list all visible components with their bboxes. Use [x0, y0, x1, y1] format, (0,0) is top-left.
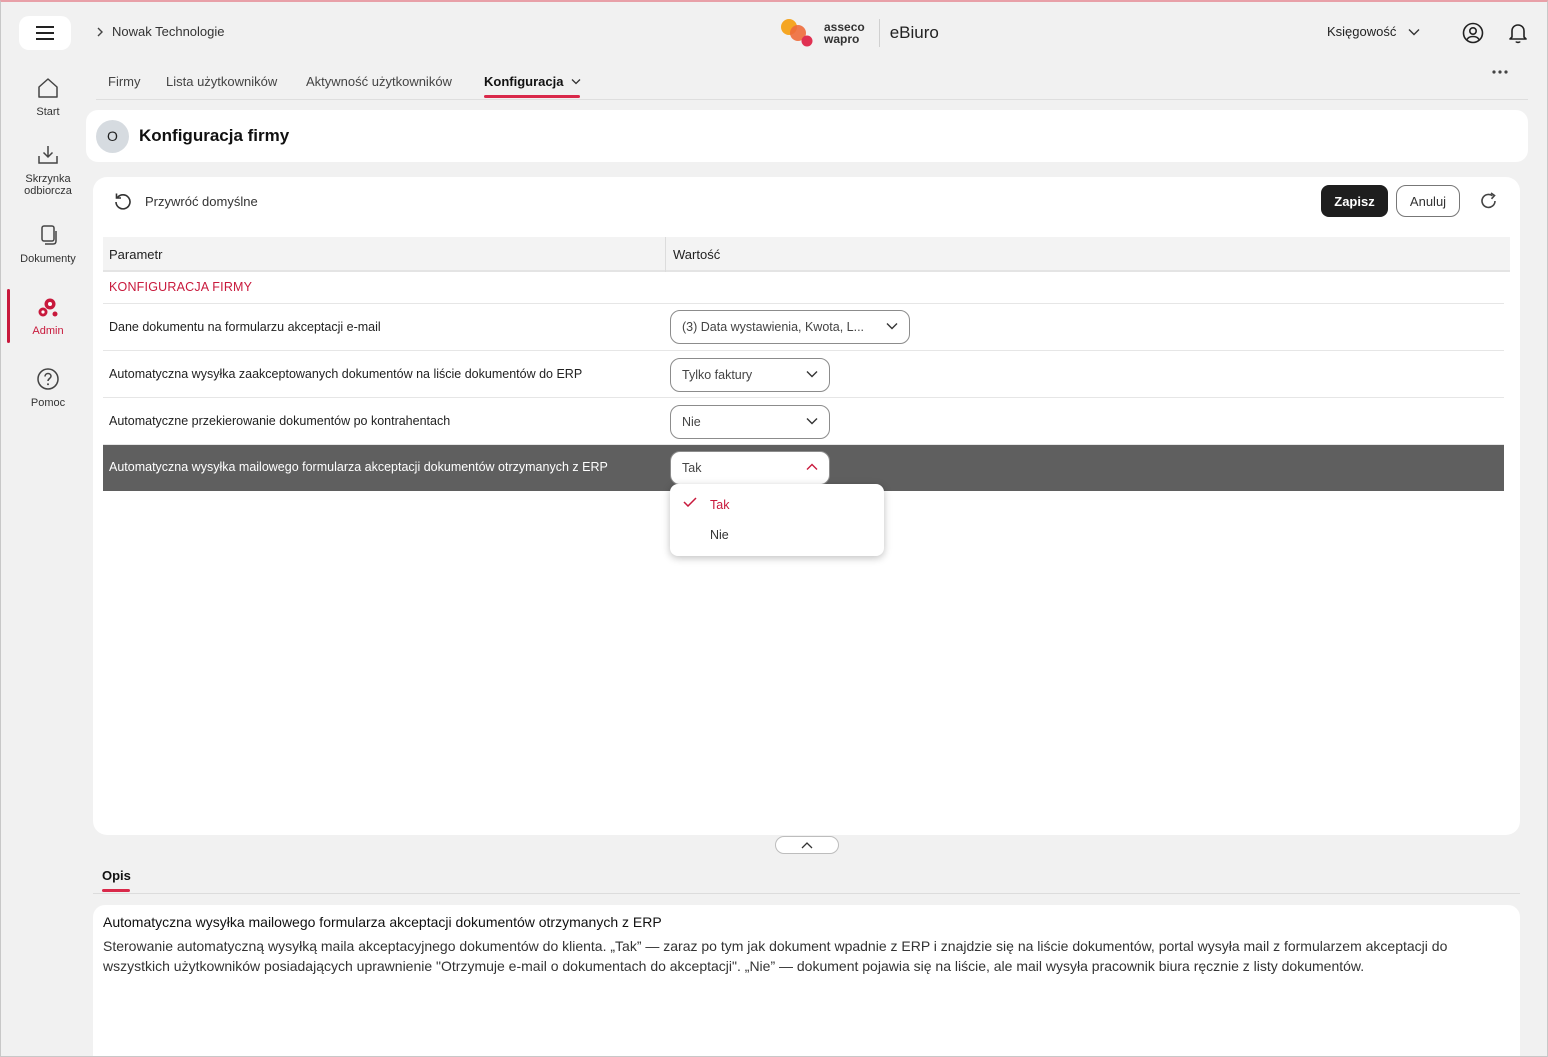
parameter-name: Automatyczna wysyłka mailowego formularz… [109, 460, 608, 474]
asseco-logo-icon [781, 19, 813, 47]
sidebar-item-start[interactable]: Start [0, 76, 96, 118]
refresh-button[interactable] [1479, 191, 1499, 211]
restore-defaults-button[interactable]: Przywróć domyślne [113, 191, 258, 211]
parameter-name: Automatyczne przekierowanie dokumentów p… [109, 414, 451, 428]
active-tab-indicator [102, 889, 130, 892]
sidebar-item-admin[interactable]: Admin [0, 289, 96, 343]
chevron-up-icon [806, 463, 818, 470]
more-options-button[interactable] [1492, 70, 1508, 74]
select-value: Nie [682, 415, 701, 429]
help-icon [37, 368, 59, 390]
save-button[interactable]: Zapisz [1321, 185, 1388, 217]
select-value: Tylko faktury [682, 368, 753, 382]
company-avatar: O [96, 119, 129, 153]
description-tabs: Opis [93, 858, 1520, 894]
user-icon [1462, 22, 1484, 44]
chevron-down-icon [886, 323, 898, 330]
select-value: Tak [682, 461, 702, 475]
value-select[interactable]: Nie [670, 405, 830, 439]
logo-divider [878, 19, 880, 47]
top-bar: Nowak Technologie asseco wapro eBiuro Ks… [0, 2, 1548, 62]
table-header: Parametr Wartość [103, 237, 1510, 272]
section-title: KONFIGURACJA FIRMY [109, 280, 253, 294]
check-icon [683, 497, 697, 507]
chevron-down-icon [806, 371, 818, 378]
hamburger-menu-button[interactable] [19, 16, 71, 50]
sidebar-item-label: Skrzynka [25, 173, 71, 185]
description-text: Sterowanie automatyczną wysyłką maila ak… [103, 938, 1448, 974]
table-row[interactable]: Dane dokumentu na formularzu akceptacji … [103, 304, 1504, 351]
sidebar-item-label: Admin [32, 325, 64, 337]
dropdown-option-nie[interactable]: Nie [670, 520, 884, 556]
tab-user-activity[interactable]: Aktywność użytkowników [306, 74, 452, 89]
table-row[interactable]: Automatyczne przekierowanie dokumentów p… [103, 399, 1504, 445]
logo-line-2: wapro [824, 32, 860, 46]
column-divider [665, 237, 666, 272]
notifications-button[interactable] [1508, 22, 1528, 44]
active-tab-indicator [484, 95, 580, 98]
documents-icon [41, 225, 57, 245]
tab-description[interactable]: Opis [102, 868, 131, 883]
chevron-right-icon [97, 27, 103, 36]
role-label: Księgowość [1327, 24, 1397, 39]
hamburger-icon [36, 26, 54, 40]
page-header-card: O Konfiguracja firmy [86, 110, 1528, 162]
tab-configuration[interactable]: Konfiguracja [484, 74, 581, 89]
column-header-parameter[interactable]: Parametr [109, 247, 162, 262]
value-select-open[interactable]: Tak [670, 451, 830, 485]
chevron-down-icon [1408, 28, 1420, 35]
app-name: eBiuro [889, 23, 939, 42]
dropdown-option-label: Nie [710, 528, 729, 542]
sidebar-item-label: Dokumenty [20, 253, 76, 265]
app-logo: asseco wapro eBiuro [780, 18, 939, 48]
parameter-name: Automatyczna wysyłka zaakceptowanych dok… [109, 367, 583, 381]
value-select[interactable]: (3) Data wystawienia, Kwota, L... [670, 310, 910, 344]
value-dropdown-menu: Tak Nie [670, 484, 884, 556]
sidebar-item-help[interactable]: Pomoc [0, 367, 96, 409]
chevron-up-icon [801, 841, 813, 848]
cancel-button[interactable]: Anuluj [1396, 185, 1460, 217]
sidebar-item-label: Start [36, 106, 60, 118]
more-horizontal-icon [1492, 70, 1508, 74]
table-row[interactable]: Automatyczna wysyłka zaakceptowanych dok… [103, 352, 1504, 398]
description-title: Automatyczna wysyłka mailowego formularz… [103, 914, 662, 930]
select-value: (3) Data wystawienia, Kwota, L... [682, 320, 865, 334]
logo-text: asseco wapro [824, 21, 865, 45]
chevron-down-icon [572, 79, 581, 85]
dropdown-option-tak[interactable]: Tak [670, 484, 884, 520]
bell-icon [1509, 24, 1527, 44]
dropdown-option-label: Tak [710, 498, 730, 512]
gears-icon [38, 298, 58, 317]
sidebar-item-documents[interactable]: Dokumenty [0, 223, 96, 265]
role-selector[interactable]: Księgowość [1327, 24, 1420, 39]
sidebar-item-label-line2: odbiorcza [24, 185, 72, 197]
collapse-panel-button[interactable] [775, 836, 839, 854]
value-select[interactable]: Tylko faktury [670, 358, 830, 392]
parameter-name: Dane dokumentu na formularzu akceptacji … [109, 320, 381, 334]
nav-tabs: Firmy Lista użytkowników Aktywność użytk… [96, 62, 1528, 100]
restore-defaults-label: Przywróć domyślne [145, 193, 258, 209]
undo-icon [115, 193, 131, 210]
refresh-icon [1481, 192, 1496, 209]
home-icon [38, 78, 58, 98]
tab-firmy[interactable]: Firmy [108, 74, 141, 89]
breadcrumb[interactable]: Nowak Technologie [96, 24, 225, 39]
tab-user-list[interactable]: Lista użytkowników [166, 74, 277, 89]
tab-configuration-label: Konfiguracja [484, 74, 564, 89]
user-account-button[interactable] [1462, 22, 1484, 44]
sidebar-item-label: Pomoc [30, 397, 66, 409]
sidebar-item-inbox[interactable]: Skrzynka odbiorcza [0, 143, 96, 197]
description-panel: Automatyczna wysyłka mailowego formularz… [93, 905, 1520, 1057]
chevron-down-icon [806, 418, 818, 425]
inbox-download-icon [38, 146, 58, 164]
page-title: Konfiguracja firmy [139, 126, 290, 145]
column-header-value[interactable]: Wartość [673, 247, 720, 262]
breadcrumb-company[interactable]: Nowak Technologie [112, 24, 225, 39]
